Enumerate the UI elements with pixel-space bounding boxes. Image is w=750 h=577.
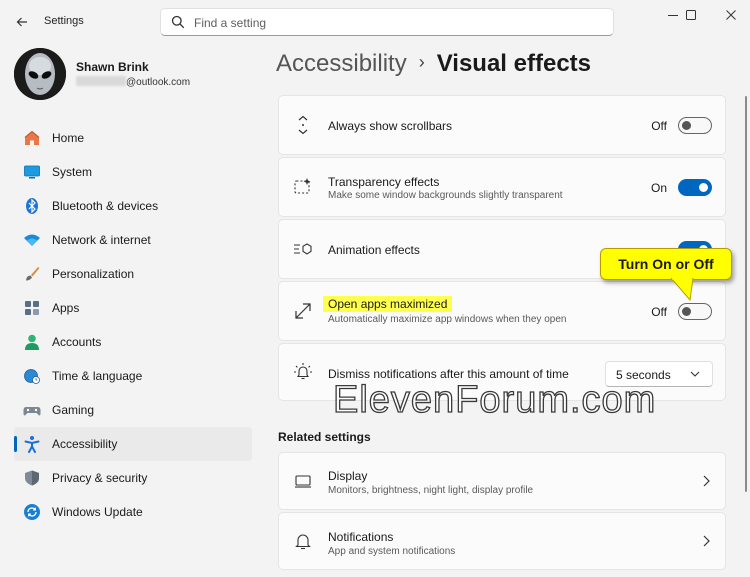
setting-title: Open apps maximized: [323, 296, 453, 312]
toggle-state-label: On: [650, 181, 667, 195]
related-settings-heading: Related settings: [278, 430, 371, 444]
sidebar-item-label: Accounts: [52, 335, 102, 349]
breadcrumb: Accessibility › Visual effects: [276, 50, 591, 78]
setting-transparency: Transparency effects Make some window ba…: [278, 157, 726, 217]
toggle-knob: [699, 183, 708, 192]
related-title: Notifications: [328, 530, 394, 544]
gamepad-icon: [23, 401, 41, 419]
globe-clock-icon: [23, 367, 41, 385]
scrollbars-toggle[interactable]: [678, 117, 712, 134]
notification-timer-icon: [293, 362, 313, 382]
sidebar-item-label: Accessibility: [52, 437, 118, 451]
sidebar-item-personalization[interactable]: Personalization: [14, 257, 252, 291]
chevron-right-icon: [703, 535, 710, 547]
user-email: @outlook.com: [76, 76, 190, 88]
sidebar-item-accessibility[interactable]: Accessibility: [14, 427, 252, 461]
sidebar-item-apps[interactable]: Apps: [14, 291, 252, 325]
maximize-icon: [686, 10, 696, 20]
transparency-sparkle-icon: [293, 177, 313, 197]
sidebar-item-network[interactable]: Network & internet: [14, 223, 252, 257]
bluetooth-icon: [23, 197, 41, 215]
apps-icon: [23, 299, 41, 317]
related-subtitle: App and system notifications: [328, 546, 456, 557]
toggle-state-label: Off: [651, 305, 667, 319]
transparency-toggle[interactable]: [678, 179, 712, 196]
sidebar-item-system[interactable]: System: [14, 155, 252, 189]
callout-pointer: [671, 278, 694, 302]
app-title: Settings: [44, 15, 84, 27]
setting-title: Animation effects: [328, 243, 420, 257]
title-bar: Settings: [0, 0, 750, 44]
toggle-knob: [682, 307, 691, 316]
scrollbar-arrows-icon: [293, 115, 313, 135]
accessibility-icon: [23, 435, 41, 453]
sidebar-item-time-language[interactable]: Time & language: [14, 359, 252, 393]
maximize-button[interactable]: [674, 4, 708, 26]
setting-scrollbars: Always show scrollbars Off: [278, 95, 726, 155]
chevron-down-icon: [690, 371, 700, 377]
sidebar-item-label: Gaming: [52, 403, 95, 417]
brush-icon: [23, 265, 41, 283]
sidebar-item-gaming[interactable]: Gaming: [14, 393, 252, 427]
related-title: Display: [328, 469, 368, 483]
sidebar-item-label: Network & internet: [52, 233, 151, 247]
sidebar-item-label: Apps: [52, 301, 80, 315]
sidebar-item-accounts[interactable]: Accounts: [14, 325, 252, 359]
back-arrow-icon: [16, 17, 27, 27]
display-monitor-icon: [293, 471, 313, 491]
wifi-icon: [23, 231, 41, 249]
bell-icon: [293, 531, 313, 551]
user-name: Shawn Brink: [76, 60, 149, 74]
chevron-right-icon: [703, 475, 710, 487]
breadcrumb-separator: ›: [418, 52, 425, 72]
sidebar-item-label: Windows Update: [52, 505, 143, 519]
toggle-knob: [682, 121, 691, 130]
sidebar-item-label: Home: [52, 131, 85, 145]
page-title: Visual effects: [436, 50, 592, 77]
person-icon: [23, 333, 41, 351]
setting-open-apps-maximized: Open apps maximized Automatically maximi…: [278, 281, 726, 341]
system-monitor-icon: [23, 163, 41, 181]
sidebar-item-label: Time & language: [52, 369, 143, 383]
maximize-diagonal-icon: [293, 301, 313, 321]
setting-subtitle: Automatically maximize app windows when …: [328, 314, 567, 325]
shield-icon: [23, 469, 41, 487]
open-apps-maximized-toggle[interactable]: [678, 303, 712, 320]
avatar[interactable]: [14, 48, 66, 100]
sidebar-item-label: Privacy & security: [52, 471, 148, 485]
animation-shapes-icon: [293, 239, 313, 259]
redacted-email-name: [76, 76, 126, 86]
related-subtitle: Monitors, brightness, night light, displ…: [328, 485, 534, 496]
highlighted-title: Open apps maximized: [323, 296, 453, 312]
search-box[interactable]: [160, 8, 614, 36]
sidebar-item-windows-update[interactable]: Windows Update: [14, 495, 252, 529]
update-icon: [23, 503, 41, 521]
related-notifications-link[interactable]: Notifications App and system notificatio…: [278, 512, 726, 570]
close-icon: [726, 10, 736, 20]
main-scrollbar[interactable]: [745, 96, 747, 492]
sidebar-item-label: Personalization: [52, 267, 135, 281]
search-input[interactable]: [194, 14, 594, 32]
close-button[interactable]: [714, 4, 748, 26]
setting-subtitle: Make some window backgrounds slightly tr…: [328, 190, 563, 201]
toggle-state-label: Off: [651, 119, 667, 133]
sidebar-item-label: System: [52, 165, 93, 179]
sidebar-item-bluetooth[interactable]: Bluetooth & devices: [14, 189, 252, 223]
breadcrumb-parent[interactable]: Accessibility: [276, 50, 407, 77]
alien-avatar-icon: [14, 48, 66, 100]
home-icon: [23, 129, 41, 147]
back-button[interactable]: [8, 8, 36, 36]
watermark: ElevenForum.com: [332, 378, 657, 421]
user-email-domain: @outlook.com: [126, 77, 191, 88]
annotation-callout: Turn On or Off: [600, 248, 732, 280]
search-icon: [171, 15, 185, 29]
setting-title: Always show scrollbars: [328, 119, 453, 133]
sidebar-nav: Home System Bluetooth & devices Network …: [14, 121, 252, 529]
setting-title: Transparency effects: [328, 175, 440, 189]
related-display-link[interactable]: Display Monitors, brightness, night ligh…: [278, 452, 726, 510]
sidebar-item-privacy[interactable]: Privacy & security: [14, 461, 252, 495]
sidebar-item-home[interactable]: Home: [14, 121, 252, 155]
sidebar-item-label: Bluetooth & devices: [52, 199, 159, 213]
